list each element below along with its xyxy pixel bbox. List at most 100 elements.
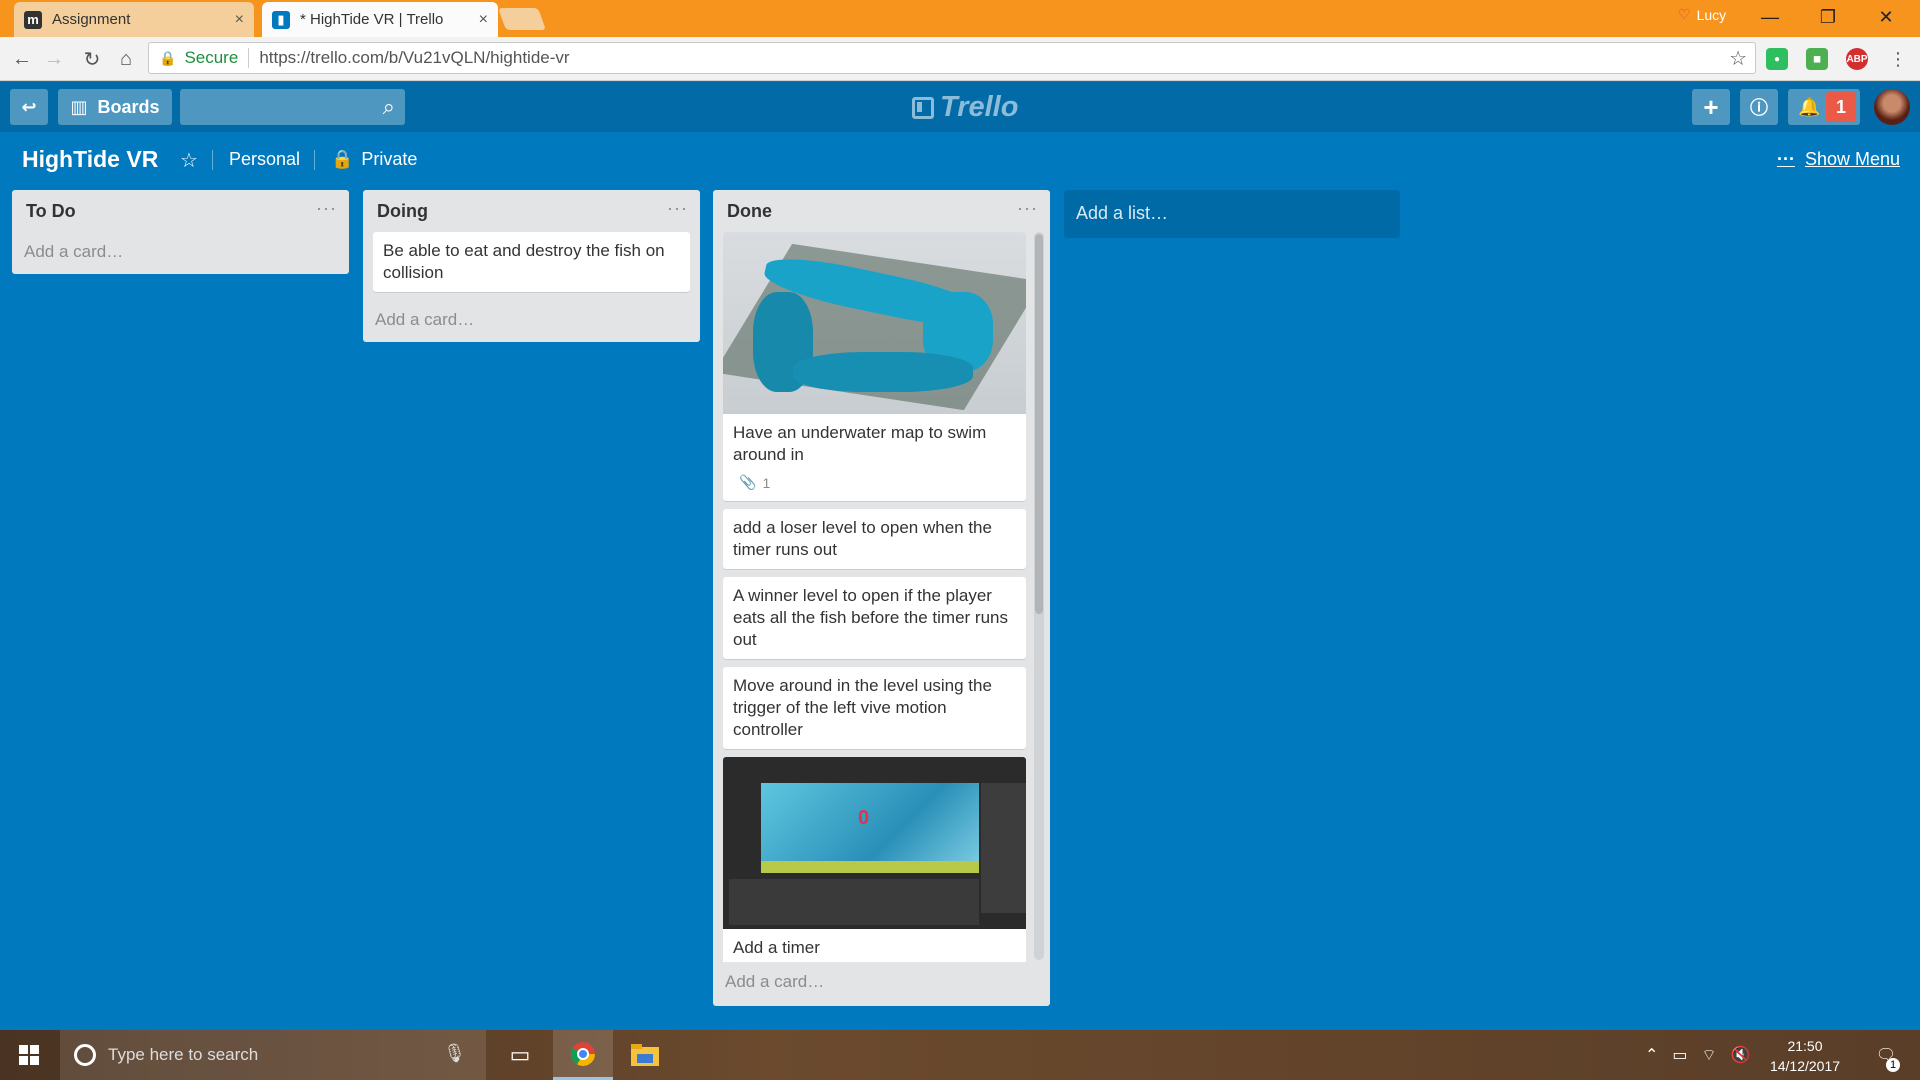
list-cards-scroll-area[interactable]: Have an underwater map to swim around in… <box>713 232 1050 962</box>
profile-icon: ♡ <box>1678 6 1691 22</box>
timer-number: 0 <box>858 807 870 829</box>
board-team-button[interactable]: Personal <box>229 149 300 170</box>
add-card-button[interactable]: Add a card… <box>713 962 1050 1004</box>
list-header: Done ··· <box>713 190 1050 232</box>
task-view-icon[interactable]: ▭ <box>490 1030 550 1080</box>
list-todo: To Do ··· Add a card… <box>12 190 349 274</box>
visibility-label: Private <box>361 149 418 169</box>
list-title[interactable]: Doing <box>377 201 428 222</box>
evernote-icon[interactable]: ● <box>1766 48 1788 70</box>
list-menu-icon[interactable]: ··· <box>316 198 337 219</box>
show-menu-label: Show Menu <box>1804 149 1900 169</box>
search-placeholder: Type here to search <box>108 1045 259 1064</box>
trello-search-input[interactable]: ⌕ <box>180 89 405 125</box>
chrome-menu-icon[interactable]: ⋮ <box>1884 45 1912 73</box>
clock-date: 14/12/2017 <box>1769 1058 1841 1074</box>
list-menu-icon[interactable]: ··· <box>1017 198 1038 219</box>
list-title[interactable]: Done <box>727 201 772 222</box>
board-visibility-button[interactable]: 🔒 Private <box>331 149 417 170</box>
tab-trello[interactable]: ▮ * HighTide VR | Trello × <box>262 2 498 37</box>
taskbar-clock[interactable]: 21:50 14/12/2017 <box>1760 1036 1850 1076</box>
new-tab-button[interactable] <box>497 8 547 30</box>
editor-bottom-panel <box>729 879 979 925</box>
reload-button[interactable]: ↻ <box>78 45 106 73</box>
divider <box>248 48 250 68</box>
forward-button[interactable]: → <box>40 45 68 73</box>
volume-muted-icon[interactable]: 🔇 <box>1731 1045 1751 1065</box>
card[interactable]: Have an underwater map to swim around in… <box>723 232 1026 501</box>
card[interactable]: A winner level to open if the player eat… <box>723 577 1026 659</box>
avatar[interactable] <box>1874 89 1910 125</box>
add-button[interactable]: + <box>1692 89 1730 125</box>
map-rock <box>793 352 973 392</box>
start-button[interactable] <box>0 1030 58 1080</box>
minimize-button[interactable]: — <box>1742 0 1798 34</box>
card[interactable]: add a loser level to open when the timer… <box>723 509 1026 569</box>
trello-logo-text: Trello <box>940 91 1019 123</box>
chevron-up-icon[interactable]: ⌃ <box>1645 1045 1658 1065</box>
bookmark-star-icon[interactable]: ☆ <box>1729 46 1747 71</box>
close-tab-icon[interactable]: × <box>479 11 488 29</box>
add-card-button[interactable]: Add a card… <box>12 232 349 274</box>
add-list-button[interactable]: Add a list… <box>1064 190 1400 238</box>
board-title[interactable]: HighTide VR <box>22 146 158 173</box>
action-center-button[interactable]: 🗨 1 <box>1866 1030 1906 1080</box>
list-menu-icon[interactable]: ··· <box>667 198 688 219</box>
lock-icon: 🔒 <box>159 49 177 66</box>
chrome-taskbar-icon[interactable] <box>553 1030 613 1080</box>
card-title: Have an underwater map to swim around in <box>733 423 987 464</box>
green-ext-icon[interactable]: ◼ <box>1806 48 1828 70</box>
url-text: https://trello.com/b/Vu21vQLN/hightide-v… <box>259 48 570 67</box>
restore-button[interactable]: ❐ <box>1800 0 1856 34</box>
list-scrollbar-thumb[interactable] <box>1035 234 1043 614</box>
omnibox[interactable]: 🔒 Secure https://trello.com/b/Vu21vQLN/h… <box>148 42 1756 74</box>
list-doing: Doing ··· Be able to eat and destroy the… <box>363 190 700 342</box>
secure-label: Secure <box>184 48 239 67</box>
notification-count-badge: 1 <box>1826 92 1856 122</box>
editor-viewport <box>761 783 979 873</box>
system-tray: ⌃ ▭ ⌔ 🔇 <box>1645 1030 1751 1080</box>
card[interactable]: 0 Add a timer <box>723 757 1026 962</box>
address-toolbar: ← → ↻ ⌂ 🔒 Secure https://trello.com/b/Vu… <box>0 37 1920 81</box>
windows-icon <box>19 1045 39 1065</box>
file-explorer-icon[interactable] <box>615 1030 675 1080</box>
back-button[interactable]: ← <box>8 45 36 73</box>
paperclip-icon: 📎 <box>739 474 757 490</box>
card-title: Be able to eat and destroy the fish on c… <box>383 241 665 282</box>
microphone-icon[interactable]: 🎙 <box>443 1043 466 1064</box>
tab-title: Assignment <box>52 11 131 28</box>
trello-logo[interactable]: Trello <box>912 91 1018 124</box>
taskbar-search-input[interactable]: Type here to search 🎙 <box>60 1030 486 1080</box>
profile-button[interactable]: ♡ Lucy <box>1678 6 1726 23</box>
card[interactable]: Move around in the level using the trigg… <box>723 667 1026 749</box>
add-card-button[interactable]: Add a card… <box>363 300 700 342</box>
tab-assignment[interactable]: m Assignment × <box>14 2 254 37</box>
folder-icon <box>631 1044 659 1066</box>
battery-icon[interactable]: ▭ <box>1672 1045 1687 1065</box>
list-done: Done ··· Have an underwater map to swim … <box>713 190 1050 1006</box>
close-tab-icon[interactable]: × <box>235 11 244 29</box>
wifi-icon[interactable]: ⌔ <box>1702 1045 1717 1065</box>
back-arrow-button[interactable]: ↩ <box>10 89 48 125</box>
boards-button[interactable]: ▥ Boards <box>58 89 172 125</box>
home-button[interactable]: ⌂ <box>112 45 140 73</box>
list-title[interactable]: To Do <box>26 201 76 222</box>
board-header: HighTide VR ☆ Personal 🔒 Private ··· Sho… <box>0 132 1920 188</box>
card-cover-image: 0 <box>723 757 1026 929</box>
star-board-icon[interactable]: ☆ <box>180 148 198 173</box>
list-header: To Do ··· <box>12 190 349 232</box>
trello-header: ↩ ▥ Boards ⌕ Trello + ⓘ 🔔 1 <box>0 82 1920 132</box>
trello-logo-icon <box>912 96 934 119</box>
close-window-button[interactable]: ✕ <box>1858 0 1914 34</box>
card[interactable]: Be able to eat and destroy the fish on c… <box>373 232 690 292</box>
boards-icon: ▥ <box>70 96 88 117</box>
search-icon: ⌕ <box>382 94 395 119</box>
cortana-icon <box>74 1044 96 1066</box>
clock-time: 21:50 <box>1787 1038 1823 1054</box>
card-title: add a loser level to open when the timer… <box>733 518 992 559</box>
show-menu-button[interactable]: ··· Show Menu <box>1777 149 1900 170</box>
browser-tab-bar: m Assignment × ▮ * HighTide VR | Trello … <box>0 0 1920 37</box>
list-header: Doing ··· <box>363 190 700 232</box>
adblock-icon[interactable]: ABP <box>1846 48 1868 70</box>
info-button[interactable]: ⓘ <box>1740 89 1778 125</box>
